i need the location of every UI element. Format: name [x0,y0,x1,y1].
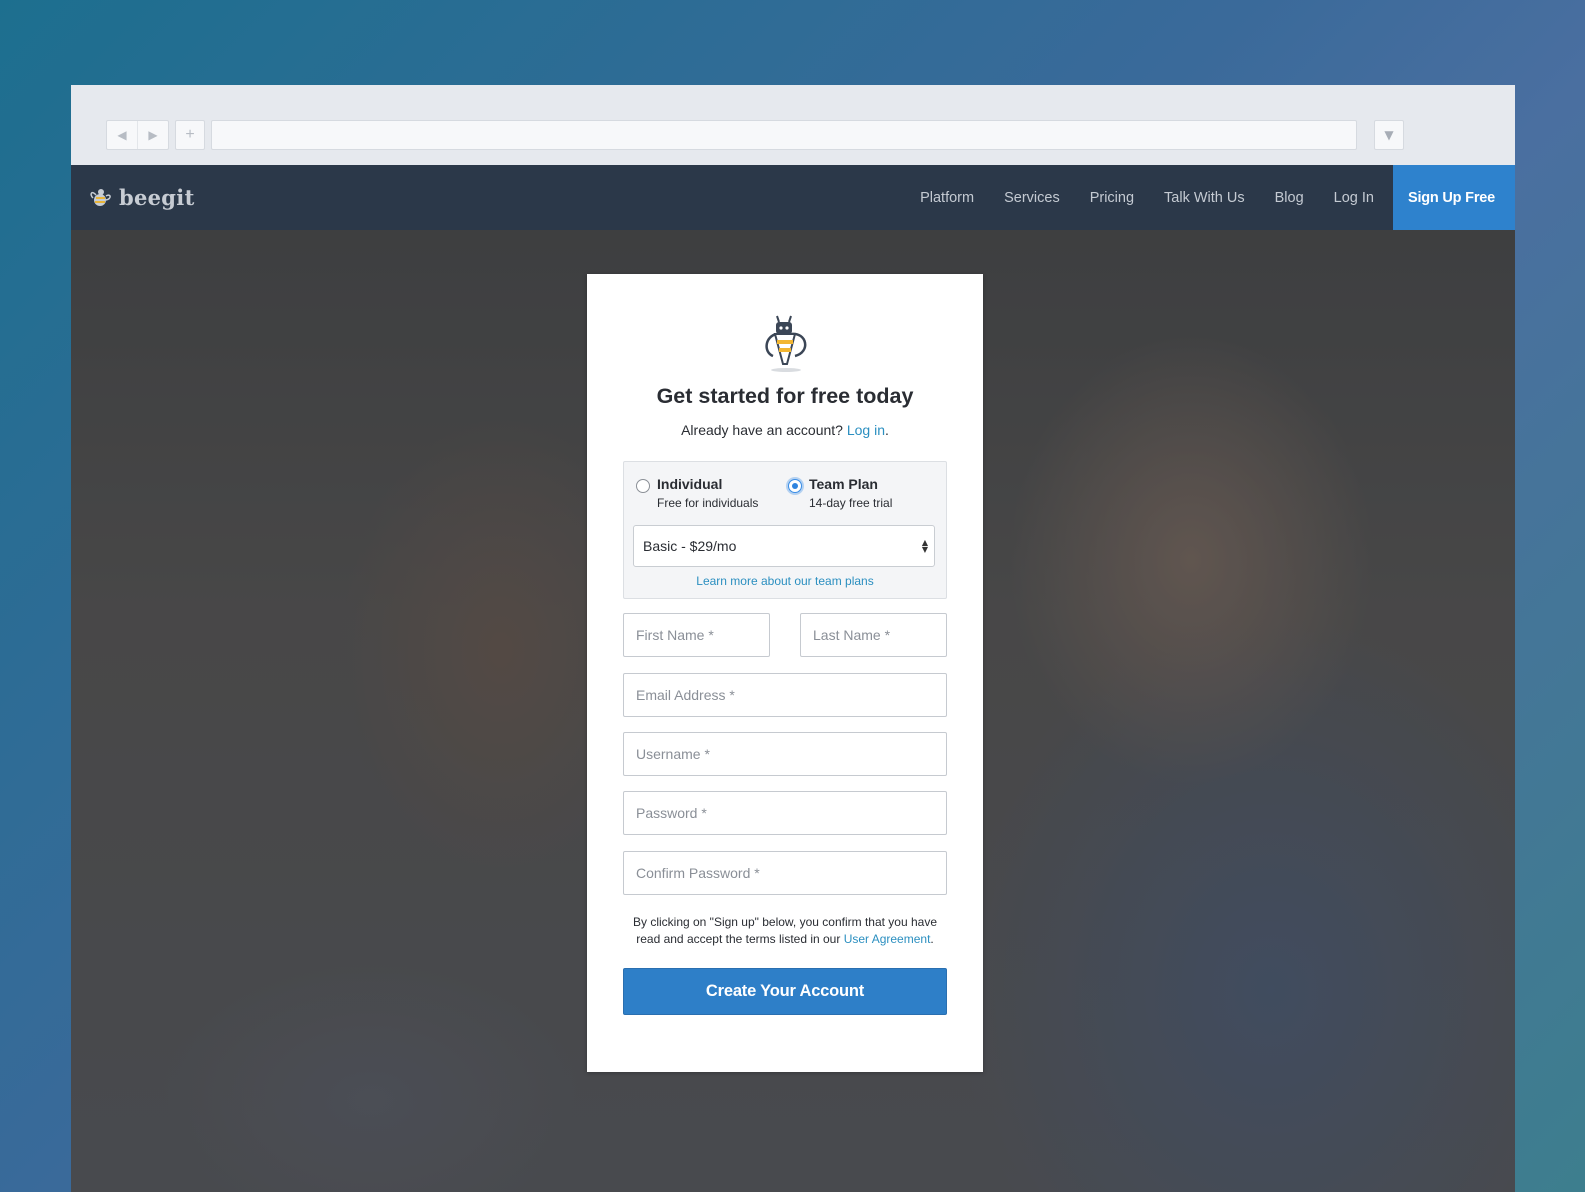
address-bar[interactable] [211,120,1357,150]
signup-title: Get started for free today [656,384,914,408]
nav-link-pricing[interactable]: Pricing [1075,190,1149,206]
confirm-password-field[interactable]: Confirm Password * [623,851,947,895]
nav-links: Platform Services Pricing Talk With Us B… [905,165,1515,230]
brand-logo[interactable]: beegit [89,185,195,210]
bee-logo-icon [90,188,111,206]
forward-icon[interactable]: ▶ [137,121,168,149]
username-field[interactable]: Username * [623,732,947,776]
login-link[interactable]: Log in [847,422,885,438]
browser-window: ◀ ▶ + ▼ beegit Platform Services Pricing… [71,85,1515,1192]
back-icon[interactable]: ◀ [107,121,137,149]
create-account-button[interactable]: Create Your Account [623,968,947,1015]
login-prompt-period: . [885,422,889,438]
individual-plan-label: Individual [657,476,723,492]
plan-selector: Individual Free for individuals Team Pla… [623,461,947,599]
user-agreement-link[interactable]: User Agreement [844,932,931,946]
team-plans-link[interactable]: Learn more about our team plans [624,574,946,588]
individual-plan-desc: Free for individuals [657,496,759,510]
team-plan-select-value: Basic - $29/mo [643,538,737,554]
individual-radio[interactable] [636,479,650,493]
team-plan-radio[interactable] [788,479,802,493]
terms-notice: By clicking on "Sign up" below, you conf… [623,914,947,948]
browser-toolbar: ◀ ▶ + ▼ [71,85,1515,165]
last-name-field[interactable]: Last Name * [800,613,947,657]
password-field[interactable]: Password * [623,791,947,835]
login-prompt: Already have an account? Log in. [587,422,983,438]
select-arrows-icon: ▲ ▼ [921,538,928,554]
nav-link-talk-with-us[interactable]: Talk With Us [1149,190,1260,206]
nav-link-services[interactable]: Services [989,190,1075,206]
signup-card: Get started for free today Already have … [587,274,983,1072]
nav-link-blog[interactable]: Blog [1260,190,1319,206]
sign-up-free-button[interactable]: Sign Up Free [1392,165,1515,230]
bee-mascot-icon [765,315,807,372]
email-field[interactable]: Email Address * [623,673,947,717]
login-prompt-text: Already have an account? [681,422,843,438]
brand-name: beegit [119,185,195,210]
first-name-field[interactable]: First Name * [623,613,770,657]
history-buttons: ◀ ▶ [106,120,169,150]
terms-period: . [930,932,934,946]
menu-dropdown-icon[interactable]: ▼ [1374,120,1404,150]
hero-background: Get started for free today Already have … [71,230,1515,1192]
nav-link-platform[interactable]: Platform [905,190,989,206]
team-plan-label: Team Plan [809,476,878,492]
team-plan-desc: 14-day free trial [809,496,893,510]
new-tab-icon[interactable]: + [175,120,205,150]
site-navbar: beegit Platform Services Pricing Talk Wi… [71,165,1515,230]
team-plan-select[interactable]: Basic - $29/mo ▲ ▼ [633,525,935,567]
nav-link-log-in[interactable]: Log In [1319,190,1389,206]
